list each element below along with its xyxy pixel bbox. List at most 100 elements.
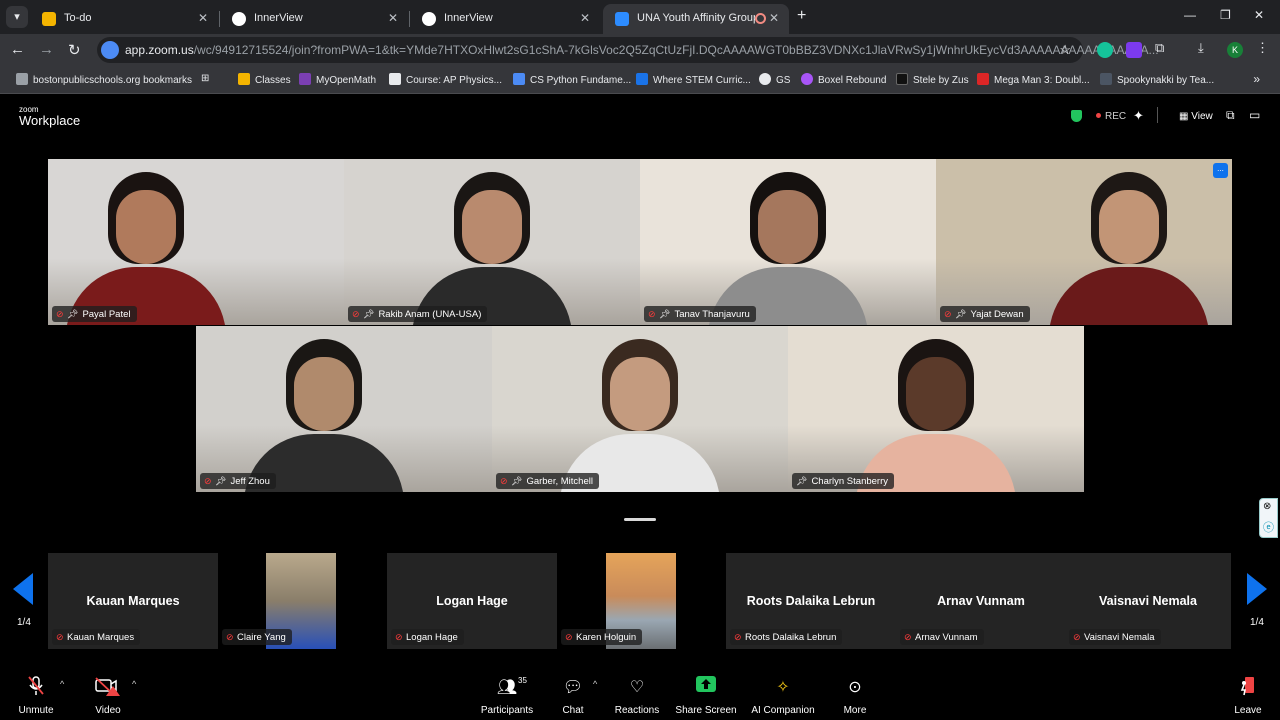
participant-nameplate: ⊘ Logan Hage xyxy=(391,629,464,645)
bookmark-boxel[interactable]: Boxel Rebound xyxy=(801,73,886,86)
participant-thumbnail[interactable]: ⊘ Karen Holguin xyxy=(557,553,677,649)
participant-count-badge: 35 xyxy=(518,676,527,685)
ai-companion-button[interactable]: ✧ AI Companion xyxy=(743,676,823,716)
bookmark-stele[interactable]: Stele by Zus xyxy=(896,73,969,86)
bookmark-gs[interactable]: GS xyxy=(759,73,790,86)
more-button[interactable]: ⊙ More xyxy=(815,676,895,716)
stem-icon xyxy=(636,73,648,85)
bookmark-star-icon[interactable]: ☆ xyxy=(1059,42,1071,58)
browser-menu-icon[interactable]: ⋮ xyxy=(1256,40,1272,56)
view-label: View xyxy=(1191,111,1213,122)
extension-icon[interactable] xyxy=(1126,42,1142,58)
close-icon[interactable]: ⊗ xyxy=(1263,501,1271,512)
tab-title: UNA Youth Affinity Group / xyxy=(637,12,755,24)
previous-page-arrow-icon[interactable] xyxy=(13,573,33,605)
grammarly-extension-icon[interactable] xyxy=(1097,42,1113,58)
minimize-icon[interactable]: — xyxy=(1184,8,1196,22)
ai-sparkle-icon[interactable]: ✦ xyxy=(1133,108,1144,124)
unmute-button[interactable]: Unmute xyxy=(0,676,76,716)
participant-nameplate: ⊘ 📌︎ Yajat Dewan xyxy=(940,306,1030,322)
bookmark-megaman[interactable]: Mega Man 3: Doubl... xyxy=(977,73,1090,86)
tab-title: To-do xyxy=(64,12,92,24)
bookmark-ap-physics[interactable]: Course: AP Physics... xyxy=(389,73,502,86)
close-icon[interactable]: ✕ xyxy=(388,11,398,25)
forward-icon[interactable]: → xyxy=(39,41,54,58)
bookmark-stem[interactable]: Where STEM Curric... xyxy=(636,73,751,86)
page-icon xyxy=(389,73,401,85)
muted-mic-icon: ⊘ xyxy=(1073,632,1081,642)
bookmark-folder-bps[interactable]: bostonpublicschools.org bookmarks xyxy=(16,73,192,86)
reload-icon[interactable]: ↻ xyxy=(68,41,81,59)
participant-video-tile[interactable]: ⊘ 📌︎ Rakib Anam (UNA-USA) xyxy=(344,159,640,325)
page-indicator-right: 1/4 xyxy=(1250,617,1264,628)
grid-view-icon: ▦ xyxy=(1179,111,1192,122)
participant-thumbnail[interactable]: ⊘ Claire Yang xyxy=(218,553,338,649)
bookmark-cs-python[interactable]: CS Python Fundame... xyxy=(513,73,631,86)
new-tab-button[interactable]: + xyxy=(797,7,806,25)
video-options-caret-icon[interactable]: ^ xyxy=(132,679,136,689)
pip-icon[interactable]: ⧉ xyxy=(1226,108,1235,123)
window-close-icon[interactable]: ✕ xyxy=(1254,8,1264,22)
zoom-logo: zoom Workplace xyxy=(19,105,80,128)
participant-video-tile[interactable]: ⊘ 📌︎ Payal Patel xyxy=(48,159,344,325)
tab-title: InnerView xyxy=(254,12,303,24)
muted-mic-icon: ⊘ xyxy=(734,632,742,642)
extensions-puzzle-icon[interactable]: ⧉ xyxy=(1155,40,1171,56)
tab-innerview-2[interactable]: InnerView ✕ xyxy=(410,4,600,34)
participant-video-tile[interactable]: ⊘ 📌︎ Yajat Dewan... xyxy=(936,159,1232,325)
zoom-icon xyxy=(615,12,629,26)
apps-grid-icon[interactable]: ⊞ xyxy=(201,73,209,84)
share-screen-button[interactable]: Share Screen xyxy=(666,676,746,716)
participant-thumbnail[interactable]: Logan Hage ⊘ Logan Hage xyxy=(387,553,557,649)
more-bookmarks-icon[interactable]: » xyxy=(1253,72,1260,86)
participant-thumbnail[interactable]: Kauan Marques ⊘ Kauan Marques xyxy=(48,553,218,649)
gallery-resize-handle[interactable] xyxy=(624,518,656,521)
thumbnail-display-name: Kauan Marques xyxy=(86,594,180,608)
bookmark-label: Stele by Zus xyxy=(913,75,969,86)
audio-options-caret-icon[interactable]: ^ xyxy=(60,679,64,689)
tab-todo[interactable]: To-do ✕ xyxy=(30,4,218,34)
ai-companion-label: AI Companion xyxy=(751,705,815,716)
reactions-button[interactable]: ♡ Reactions xyxy=(597,676,677,716)
view-button[interactable]: ▦ View xyxy=(1179,111,1213,122)
restore-icon[interactable]: ❐ xyxy=(1220,8,1231,22)
back-icon[interactable]: ← xyxy=(10,41,25,58)
bookmark-myopenmath[interactable]: MyOpenMath xyxy=(299,73,376,86)
meeting-toolbar: Unmute ^ Video ^ 👥︎ 35 Participants 💬︎ C… xyxy=(0,676,1280,720)
game-icon xyxy=(1100,73,1112,85)
participant-video-tile[interactable]: ⊘ 📌︎ Garber, Mitchell xyxy=(492,326,788,492)
tab-innerview-1[interactable]: InnerView ✕ xyxy=(220,4,408,34)
close-icon[interactable]: ✕ xyxy=(769,11,779,25)
zoom-meeting: zoom Workplace REC ✦ ▦ View ⧉ ▭ ⊘ 📌︎ Payal… xyxy=(0,95,1280,720)
tile-more-options-button[interactable]: ... xyxy=(1213,163,1228,178)
tab-search-button[interactable]: ▾ xyxy=(6,6,28,28)
participant-face xyxy=(610,357,670,432)
participant-video-tile[interactable]: 📌︎ Charlyn Stanberry xyxy=(788,326,1084,492)
participant-thumbnail[interactable]: Roots Dalaika Lebrun ⊘ Roots Dalaika Lebru… xyxy=(726,553,896,649)
extension-e-icon[interactable]: ⓔ xyxy=(1263,519,1274,535)
bookmark-label: Spookynakki by Tea... xyxy=(1117,75,1215,86)
download-icon[interactable]: ⤓ xyxy=(1198,40,1214,56)
rec-dot-icon xyxy=(1096,113,1101,118)
side-extension-widget[interactable]: ⊗ ⓔ xyxy=(1259,498,1278,538)
muted-mic-icon: ⊘ xyxy=(56,309,64,319)
leave-button[interactable]: Leave xyxy=(1208,676,1280,716)
next-page-arrow-icon[interactable] xyxy=(1247,573,1267,605)
microphone-muted-icon xyxy=(0,676,76,700)
participant-thumbnail[interactable]: Arnav Vunnam ⊘ Arnav Vunnam xyxy=(896,553,1066,649)
address-bar[interactable]: app.zoom.us/wc/94912715524/join?fromPWA=… xyxy=(97,37,1159,63)
participant-video-tile[interactable]: ⊘ 📌︎ Tanav Thanjavuru xyxy=(640,159,936,325)
site-info-icon[interactable] xyxy=(101,41,119,59)
close-icon[interactable]: ✕ xyxy=(580,11,590,25)
participant-video-tile[interactable]: ⊘ 📌︎ Jeff Zhou xyxy=(196,326,492,492)
fullscreen-icon[interactable]: ▭ xyxy=(1249,108,1260,122)
close-icon[interactable]: ✕ xyxy=(198,11,208,25)
profile-avatar[interactable]: K xyxy=(1227,42,1243,58)
tab-zoom-active[interactable]: UNA Youth Affinity Group / ✕ xyxy=(603,4,789,34)
bookmark-spookynakki[interactable]: Spookynakki by Tea... xyxy=(1100,73,1214,86)
share-screen-icon xyxy=(666,676,746,700)
participant-thumbnail[interactable]: Vaisnavi Nemala ⊘ Vaisnavi Nemala xyxy=(1065,553,1231,649)
bookmark-classes[interactable]: Classes xyxy=(238,73,291,86)
security-shield-icon[interactable] xyxy=(1071,110,1082,122)
reactions-label: Reactions xyxy=(614,705,660,716)
